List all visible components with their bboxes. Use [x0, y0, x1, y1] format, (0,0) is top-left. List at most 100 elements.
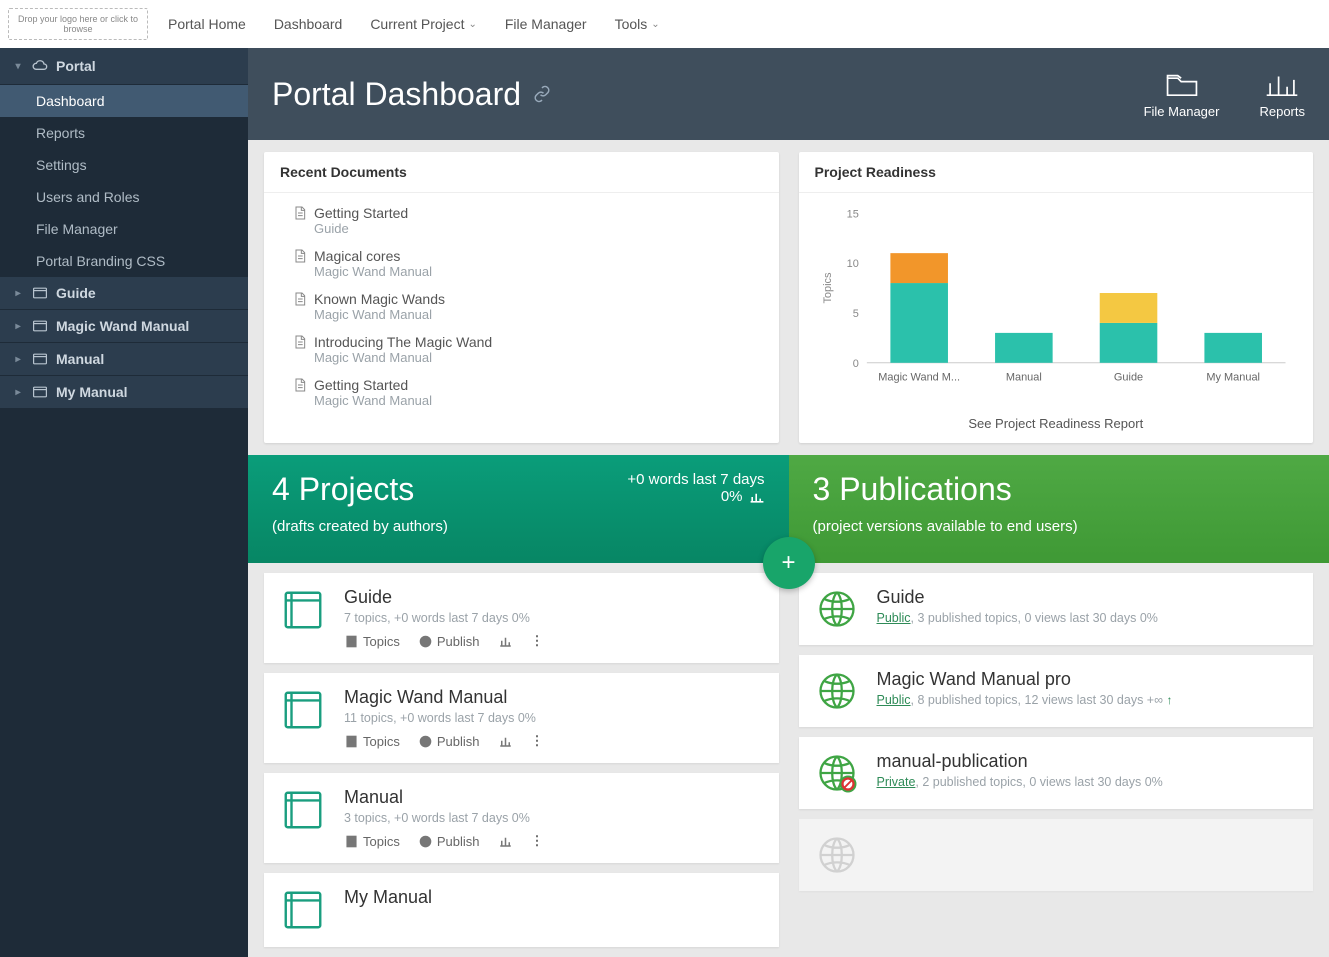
project-item[interactable]: Guide 7 topics, +0 words last 7 days 0% To…: [264, 573, 779, 663]
publication-item[interactable]: [799, 819, 1314, 891]
publication-subtitle: Public, 8 published topics, 12 views las…: [877, 693, 1298, 707]
document-icon: [344, 834, 359, 849]
svg-text:Topics: Topics: [821, 272, 833, 304]
svg-text:Manual: Manual: [1005, 372, 1041, 384]
cards-row: Recent Documents Getting StartedGuideMag…: [248, 140, 1329, 455]
svg-text:Magic Wand M...: Magic Wand M...: [878, 372, 960, 384]
publication-subtitle: Public, 3 published topics, 0 views last…: [877, 611, 1298, 625]
book-icon: [280, 787, 326, 833]
publication-title: manual-publication: [877, 751, 1298, 772]
sidebar-item[interactable]: Users and Roles: [0, 181, 248, 213]
access-link[interactable]: Public: [877, 693, 911, 707]
stats-action[interactable]: [498, 634, 513, 649]
main: Portal Dashboard File Manager Reports Re…: [248, 48, 1329, 957]
sidebar-project[interactable]: ▸Magic Wand Manual: [0, 310, 248, 343]
sidebar-item[interactable]: Dashboard: [0, 85, 248, 117]
sidebar-project[interactable]: ▸Guide: [0, 277, 248, 310]
bar-chart-icon: [749, 490, 765, 504]
sidebar-project[interactable]: ▸Manual: [0, 343, 248, 376]
chevron-right-icon: ▸: [12, 387, 24, 398]
sidebar-root-label: Portal: [56, 58, 96, 74]
publish-action[interactable]: Publish: [418, 734, 480, 749]
band-stats: +0 words last 7 days 0%: [627, 471, 764, 505]
sidebar-item[interactable]: Reports: [0, 117, 248, 149]
book-icon: [32, 319, 48, 333]
project-title: Magic Wand Manual: [344, 687, 763, 708]
topnav-item[interactable]: Current Project⌄: [370, 16, 477, 32]
recent-doc-item[interactable]: Introducing The Magic WandMagic Wand Man…: [292, 328, 763, 371]
document-icon: [292, 248, 308, 264]
recent-doc-item[interactable]: Getting StartedGuide: [292, 199, 763, 242]
card-header: Recent Documents: [264, 152, 779, 193]
chevron-right-icon: ▸: [12, 288, 24, 299]
project-actions: Topics Publish ⋮: [344, 633, 763, 649]
topnav-item[interactable]: Dashboard: [274, 16, 343, 32]
access-link[interactable]: Private: [877, 775, 916, 789]
publication-item[interactable]: manual-publicationPrivate, 2 published t…: [799, 737, 1314, 809]
book-icon: [280, 887, 326, 933]
chevron-down-icon: ⌄: [468, 19, 476, 30]
stats-action[interactable]: [498, 834, 513, 849]
publication-title: Guide: [877, 587, 1298, 608]
readiness-report-link[interactable]: See Project Readiness Report: [799, 408, 1314, 443]
card-header: Project Readiness: [799, 152, 1314, 193]
topics-action[interactable]: Topics: [344, 634, 400, 649]
header-actions: File Manager Reports: [1144, 70, 1305, 119]
sidebar-item[interactable]: Settings: [0, 149, 248, 181]
project-title: Guide: [344, 587, 763, 608]
more-action[interactable]: ⋮: [531, 733, 544, 749]
cloud-icon: [32, 59, 48, 73]
globe-icon: [815, 833, 859, 877]
logo-dropzone[interactable]: Drop your logo here or click to browse: [8, 8, 148, 40]
stats-action[interactable]: [498, 734, 513, 749]
add-project-button[interactable]: +: [763, 537, 815, 589]
project-item[interactable]: Manual3 topics, +0 words last 7 days 0%T…: [264, 773, 779, 863]
header-action-reports[interactable]: Reports: [1259, 70, 1305, 119]
document-icon: [292, 205, 308, 221]
book-icon: [32, 352, 48, 366]
top-nav: Portal Home Dashboard Current Project⌄ File…: [168, 16, 660, 32]
sidebar-item[interactable]: Portal Branding CSS: [0, 245, 248, 277]
svg-text:My Manual: My Manual: [1206, 372, 1260, 384]
access-link[interactable]: Public: [877, 611, 911, 625]
topbar: Drop your logo here or click to browse P…: [0, 0, 1329, 48]
topnav-item[interactable]: Portal Home: [168, 16, 246, 32]
more-action[interactable]: ⋮: [531, 833, 544, 849]
chevron-down-icon: ⌄: [651, 19, 659, 30]
publication-item[interactable]: Magic Wand Manual pro Public, 8 published…: [799, 655, 1314, 727]
project-subtitle: 3 topics, +0 words last 7 days 0%: [344, 811, 763, 825]
recent-doc-item[interactable]: Getting StartedMagic Wand Manual: [292, 371, 763, 414]
bar-chart-icon: [498, 834, 513, 849]
trend-up-icon: ↑: [1166, 693, 1172, 707]
svg-text:0: 0: [852, 358, 858, 370]
bar-chart-icon: [1265, 70, 1299, 100]
publish-action[interactable]: Publish: [418, 834, 480, 849]
project-item[interactable]: My Manual: [264, 873, 779, 947]
project-item[interactable]: Magic Wand Manual11 topics, +0 words las…: [264, 673, 779, 763]
topnav-item[interactable]: File Manager: [505, 16, 587, 32]
book-icon: [280, 587, 326, 633]
band-subtitle: (drafts created by authors): [272, 518, 765, 535]
document-icon: [292, 291, 308, 307]
book-icon: [32, 385, 48, 399]
globe-icon: [815, 669, 859, 713]
sidebar-project[interactable]: ▸My Manual: [0, 376, 248, 409]
topnav-item[interactable]: Tools⌄: [615, 16, 660, 32]
header-band: Portal Dashboard File Manager Reports: [248, 48, 1329, 140]
chevron-down-icon: ▾: [12, 61, 24, 72]
topics-action[interactable]: Topics: [344, 834, 400, 849]
recent-doc-item[interactable]: Known Magic WandsMagic Wand Manual: [292, 285, 763, 328]
page-title: Portal Dashboard: [272, 76, 551, 113]
topics-action[interactable]: Topics: [344, 734, 400, 749]
project-subtitle: 7 topics, +0 words last 7 days 0%: [344, 611, 763, 625]
more-action[interactable]: ⋮: [531, 633, 544, 649]
sidebar-item[interactable]: File Manager: [0, 213, 248, 245]
publication-title: Magic Wand Manual pro: [877, 669, 1298, 690]
header-action-file-manager[interactable]: File Manager: [1144, 70, 1220, 119]
recent-doc-item[interactable]: Magical coresMagic Wand Manual: [292, 242, 763, 285]
sidebar-root-portal[interactable]: ▾ Portal: [0, 48, 248, 85]
globe-icon: [418, 834, 433, 849]
publication-item[interactable]: Guide Public, 3 published topics, 0 views…: [799, 573, 1314, 645]
publish-action[interactable]: Publish: [418, 634, 480, 649]
book-icon: [32, 286, 48, 300]
